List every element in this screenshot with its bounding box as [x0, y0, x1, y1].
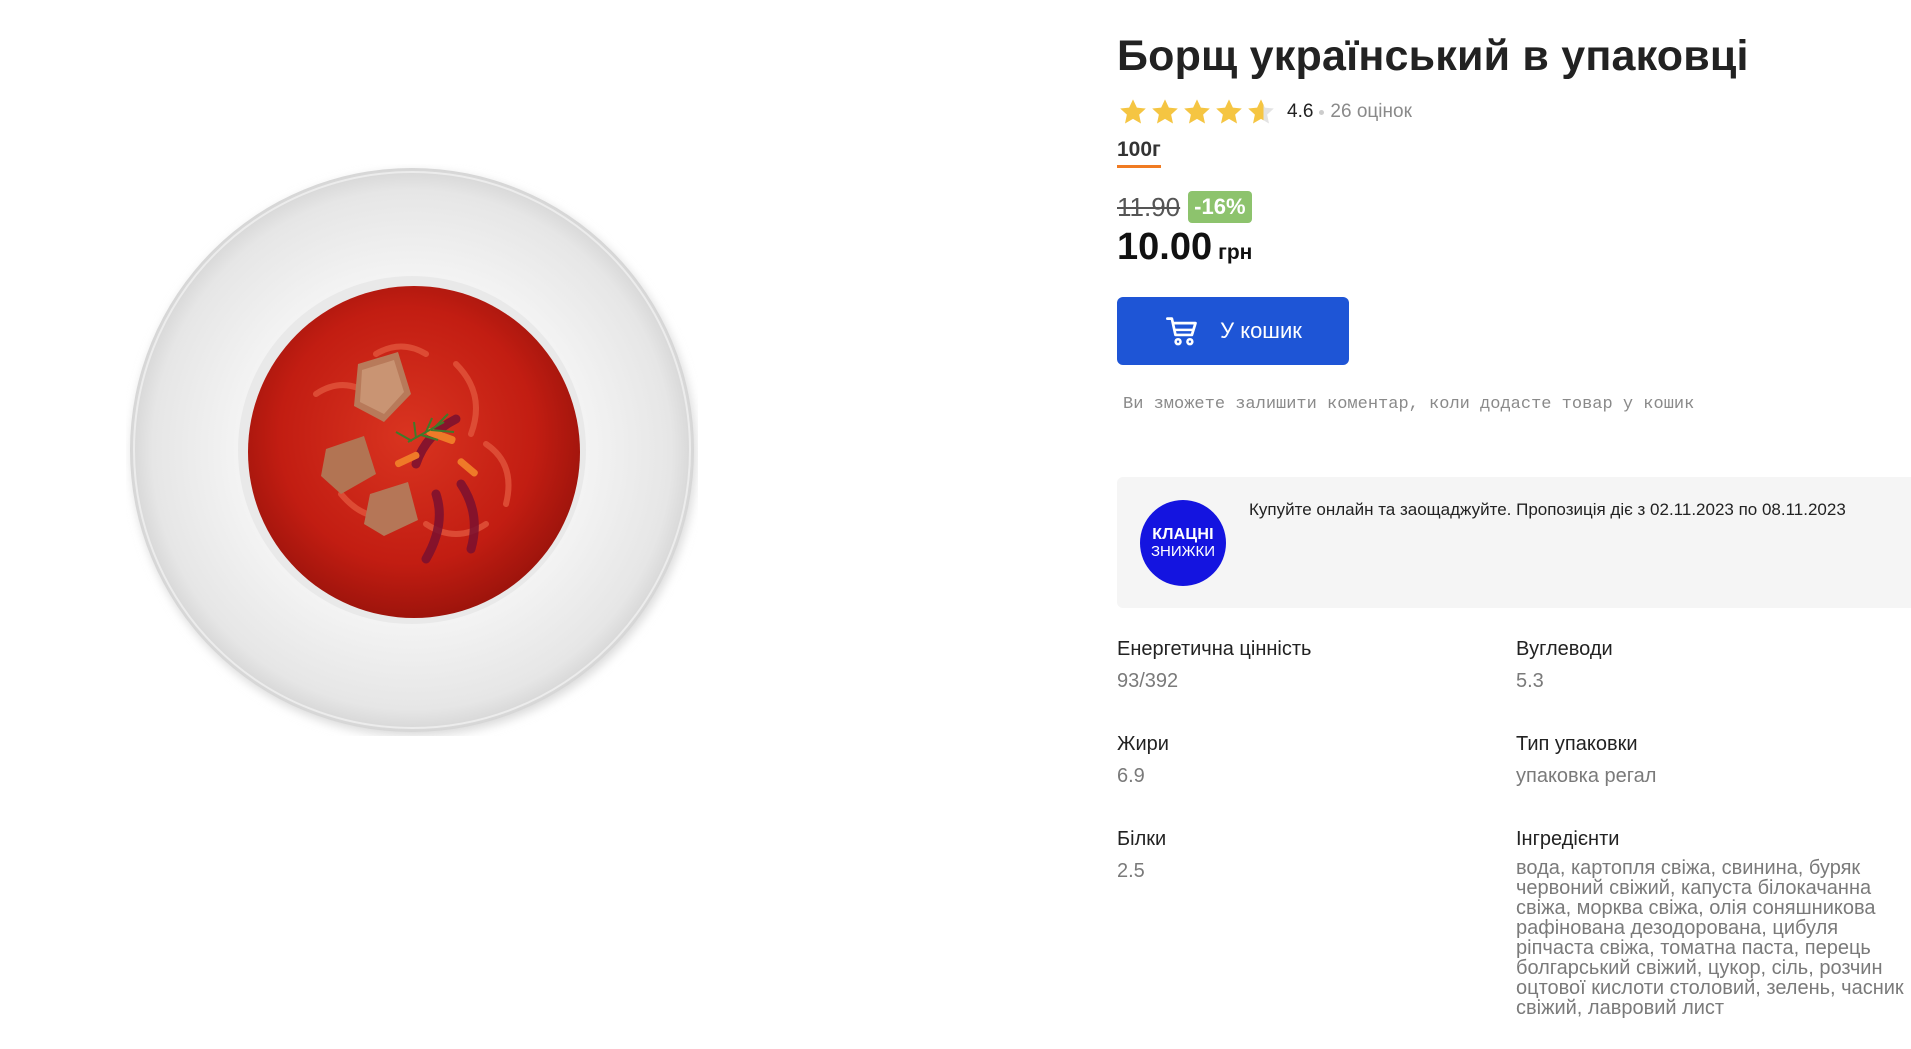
spec-value: 2.5 — [1117, 860, 1145, 882]
product-page: Борщ український в упаковці 4.6 26 оціно… — [0, 0, 1911, 1049]
spec-label: Вуглеводи — [1516, 638, 1613, 660]
promo-banner: КЛАЦНІ ЗНИЖКИ Купуйте онлайн та заощаджу… — [1117, 477, 1911, 608]
current-price: 10.00 — [1117, 226, 1213, 268]
spec-value: 5.3 — [1516, 670, 1544, 692]
weight-option-selected[interactable]: 100г — [1117, 138, 1161, 168]
product-info-panel: Борщ український в упаковці 4.6 26 оціно… — [1117, 0, 1911, 1049]
product-image — [126, 164, 698, 736]
star-icon — [1216, 99, 1242, 124]
separator-dot — [1319, 109, 1325, 115]
star-half-icon — [1248, 99, 1274, 124]
spec-label: Енергетична цінність — [1117, 638, 1312, 660]
spec-value-ingredients: вода, картопля свіжа, свинина, буряк чер… — [1516, 857, 1904, 1019]
spec-carbs: Вуглеводи 5.3 — [1516, 638, 1613, 693]
spec-label: Жири — [1117, 733, 1169, 755]
product-title: Борщ український в упаковці — [1117, 32, 1749, 80]
currency-label: грн — [1218, 241, 1253, 264]
star-icon — [1184, 99, 1210, 124]
rating-stars — [1117, 96, 1277, 128]
spec-value: 6.9 — [1117, 765, 1145, 787]
spec-proteins: Білки 2.5 — [1117, 828, 1166, 883]
promo-logo-bottom-text: ЗНИЖКИ — [1150, 542, 1216, 560]
spec-fats: Жири 6.9 — [1117, 733, 1169, 788]
spec-label: Інгредієнти — [1516, 828, 1620, 850]
spec-ingredients: Інгредієнти вода, картопля свіжа, свинин… — [1516, 828, 1911, 1018]
star-icon — [1120, 99, 1146, 124]
promo-logo: КЛАЦНІ ЗНИЖКИ — [1140, 500, 1226, 586]
spec-value: упаковка регал — [1516, 765, 1657, 787]
spec-label: Тип упаковки — [1516, 733, 1638, 755]
old-price: 11.90 — [1117, 191, 1181, 222]
promo-logo-top-text: КЛАЦНІ — [1152, 525, 1214, 543]
spec-value: 93/392 — [1117, 670, 1179, 692]
star-icon — [1152, 99, 1178, 124]
comment-hint: Ви зможете залишити коментар, коли додас… — [1123, 395, 1695, 414]
rating-value: 4.6 — [1287, 101, 1314, 122]
old-price-row: 11.90 -16% — [1117, 191, 1252, 223]
spec-package-type: Тип упаковки упаковка регал — [1516, 733, 1656, 788]
add-to-cart-button[interactable]: У кошик — [1117, 297, 1349, 365]
spec-energy: Енергетична цінність 93/392 — [1117, 638, 1311, 693]
rating-count[interactable]: 26 оцінок — [1330, 101, 1411, 123]
current-price-row: 10.00 грн — [1117, 226, 1252, 269]
cart-icon — [1166, 317, 1197, 346]
promo-text: Купуйте онлайн та заощаджуйте. Пропозиці… — [1249, 500, 1846, 519]
rating-row[interactable]: 4.6 26 оцінок — [1117, 94, 1412, 130]
add-to-cart-label: У кошик — [1220, 318, 1302, 343]
discount-badge: -16% — [1188, 191, 1252, 223]
spec-label: Білки — [1117, 828, 1167, 850]
borscht-plate-image — [130, 168, 696, 736]
